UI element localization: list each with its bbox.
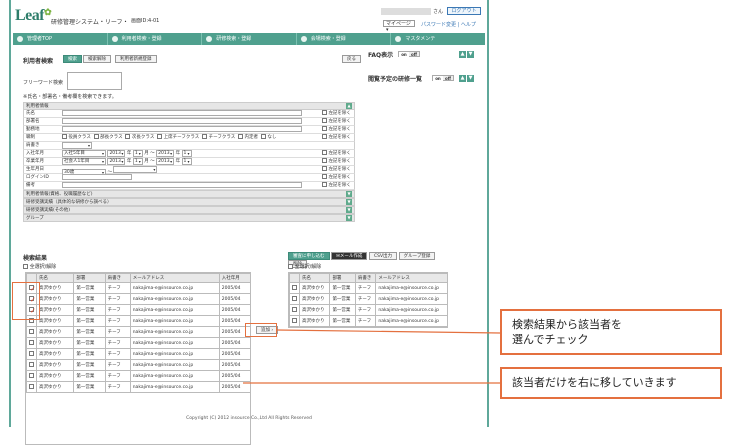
- callout-move-right: 該当者だけを右に移していきます: [500, 367, 722, 399]
- connector-lines: [243, 329, 501, 384]
- callout-check-results: 検索結果から該当者を 選んでチェック: [500, 309, 722, 355]
